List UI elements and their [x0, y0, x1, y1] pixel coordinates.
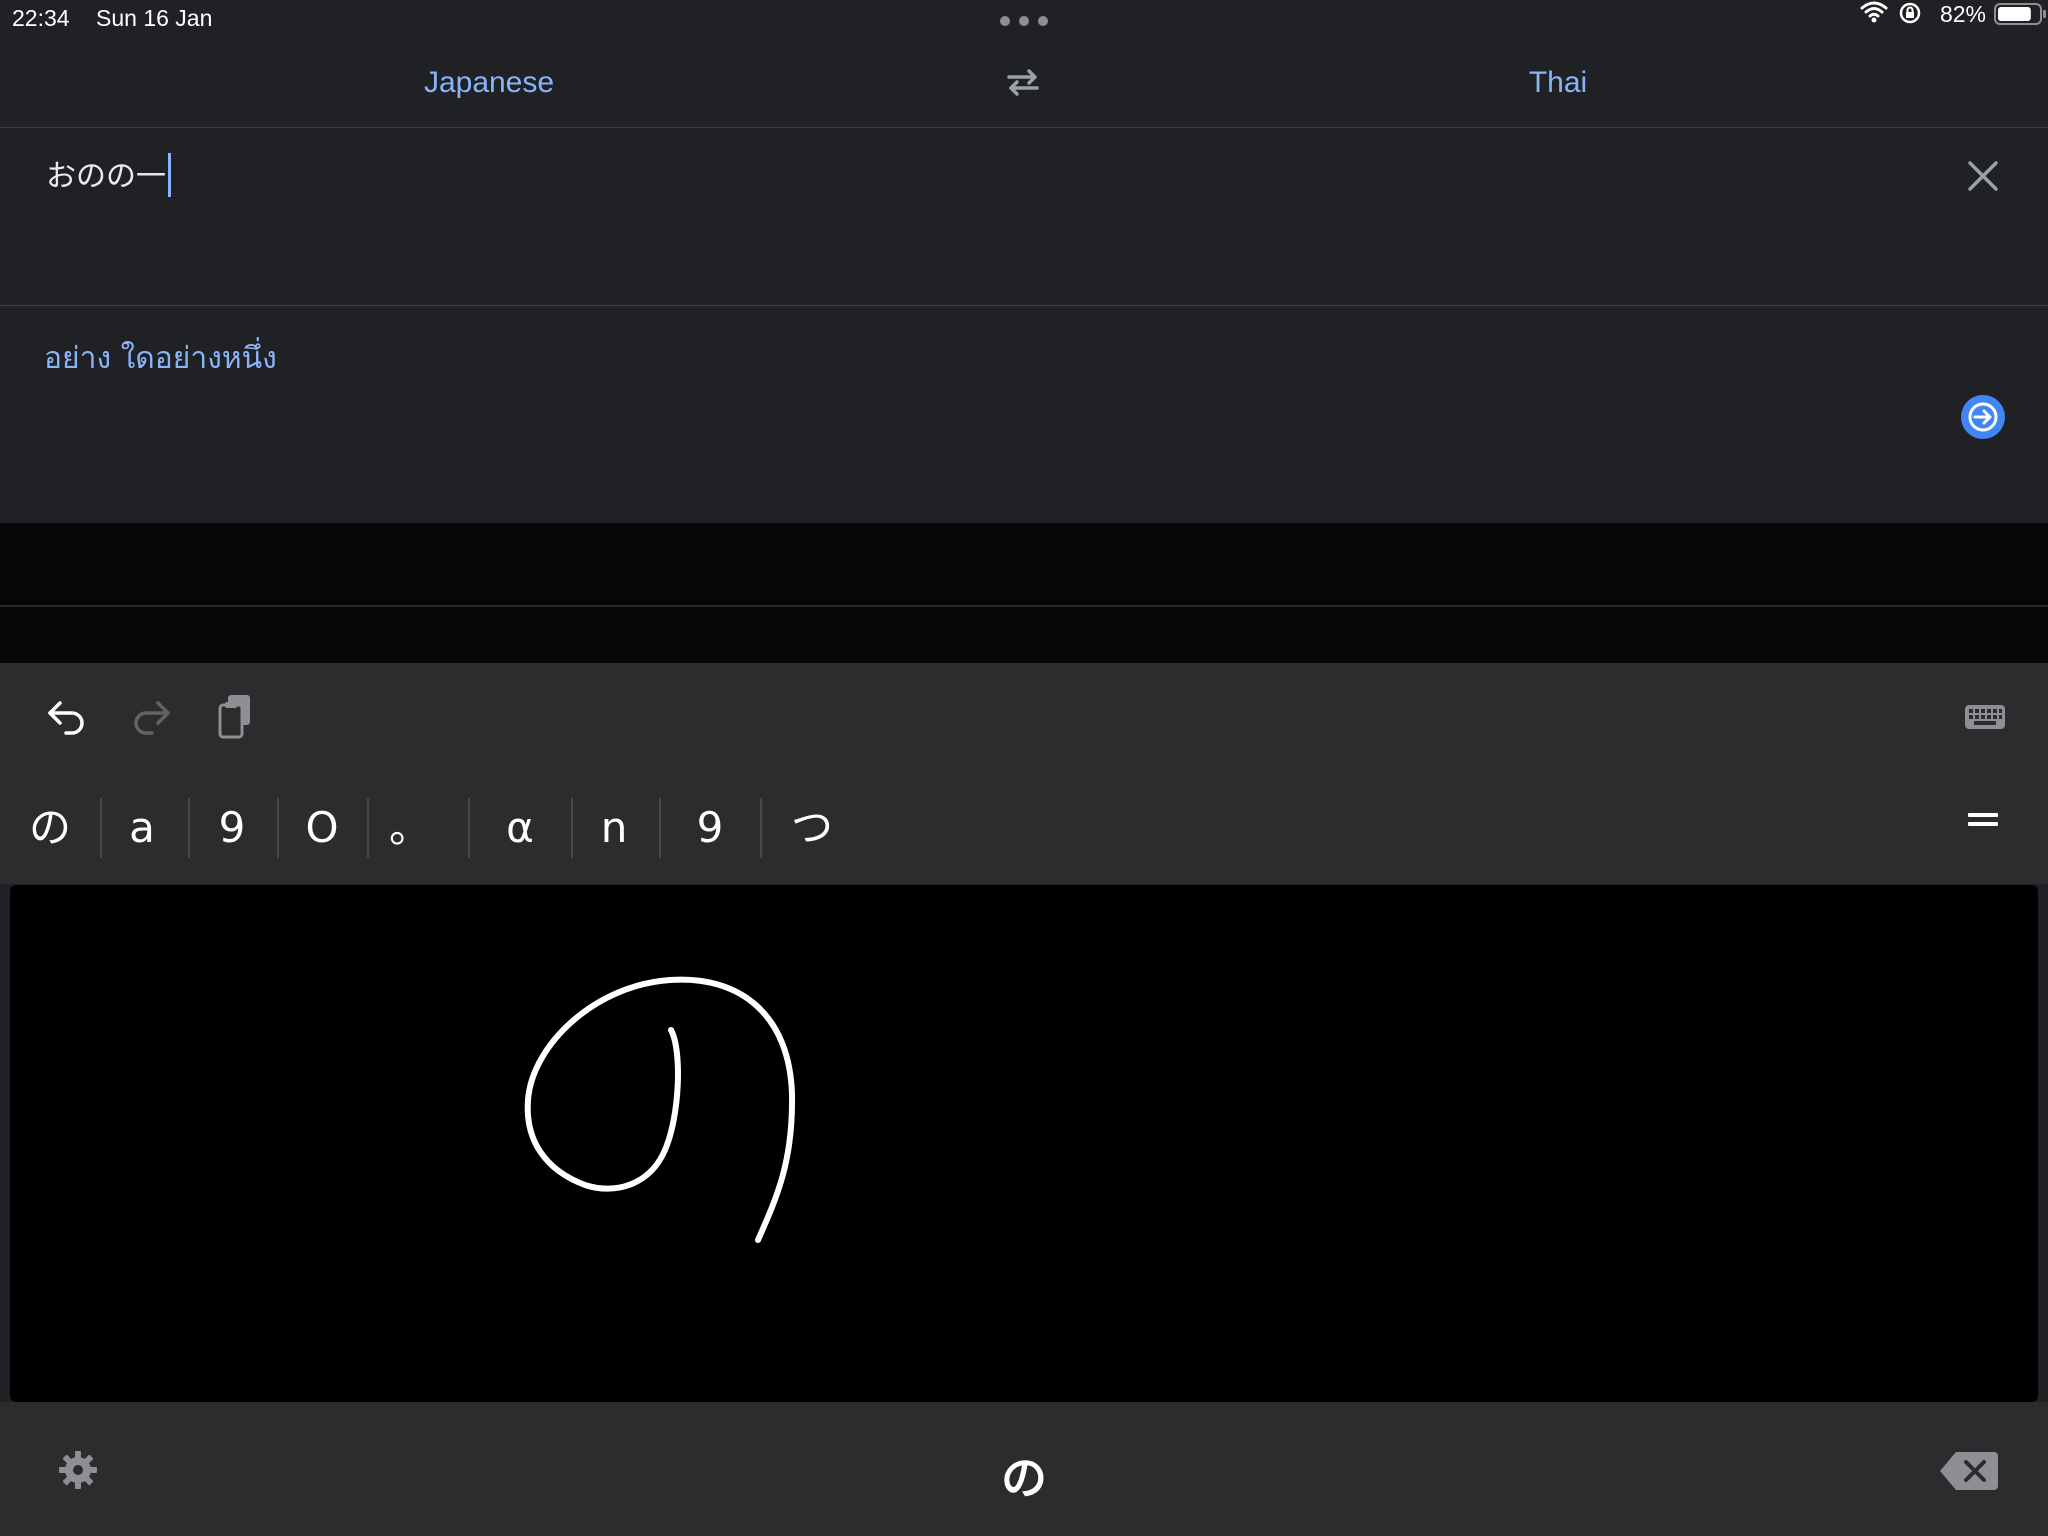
source-text: おのの一	[46, 159, 166, 194]
candidate-item[interactable]: つ	[782, 798, 842, 858]
candidate-divider	[367, 798, 369, 858]
selected-candidate-button[interactable]: の	[1001, 1442, 1047, 1508]
language-selector-bar: Japanese Thai	[0, 38, 2048, 128]
keyboard-icon[interactable]	[1960, 691, 2010, 741]
candidate-item[interactable]: O	[292, 798, 352, 858]
status-bar: 22:34 Sun 16 Jan 82%	[0, 0, 2048, 38]
backspace-icon[interactable]	[1938, 1450, 2000, 1492]
handwriting-canvas[interactable]	[10, 885, 2038, 1402]
arrow-right-icon	[1968, 402, 1998, 432]
results-divider-band	[0, 523, 2048, 606]
wifi-icon	[1860, 1, 1888, 23]
candidate-divider	[659, 798, 661, 858]
editing-toolbar	[0, 663, 2048, 768]
handwriting-bottom-bar: の	[0, 1402, 2048, 1536]
candidate-item[interactable]: 9	[202, 798, 262, 858]
candidate-item[interactable]: n	[584, 798, 644, 858]
candidate-item[interactable]: の	[20, 798, 80, 858]
translation-result-area: อย่าง ใดอย่างหนึ่ง	[0, 307, 2048, 523]
candidate-divider	[277, 798, 279, 858]
open-translation-button[interactable]	[1961, 395, 2005, 439]
text-caret	[168, 152, 171, 197]
battery-icon	[1994, 3, 2046, 25]
close-icon[interactable]	[1966, 159, 2000, 193]
source-text-input[interactable]: おのの一	[46, 151, 171, 197]
handwriting-stroke	[524, 976, 796, 1243]
source-text-area[interactable]: おのの一	[0, 129, 2048, 306]
candidate-item[interactable]: a	[112, 798, 172, 858]
gear-icon[interactable]	[56, 1448, 100, 1492]
paste-icon[interactable]	[212, 691, 262, 741]
candidate-divider	[760, 798, 762, 858]
translation-text: อย่าง ใดอย่างหนึ่ง	[44, 341, 277, 376]
candidate-divider	[100, 798, 102, 858]
results-empty-band	[0, 607, 2048, 663]
candidate-divider	[468, 798, 470, 858]
battery-percentage: 82%	[1939, 1, 1986, 27]
status-time: 22:34	[12, 5, 70, 31]
target-language-button[interactable]: Thai	[1529, 66, 1587, 100]
source-language-button[interactable]: Japanese	[424, 66, 554, 100]
multitasking-dots-icon[interactable]	[1000, 16, 1048, 26]
candidate-divider	[571, 798, 573, 858]
status-date: Sun 16 Jan	[96, 5, 213, 31]
candidate-item[interactable]: α	[490, 798, 550, 858]
redo-icon[interactable]	[126, 691, 176, 741]
swap-arrows-icon[interactable]	[1003, 64, 1043, 100]
handwriting-candidate-bar: の a 9 O 。 α n 9 つ	[0, 768, 2048, 884]
orientation-lock-icon	[1899, 2, 1921, 24]
candidate-item[interactable]: 。	[380, 798, 440, 858]
candidate-divider	[188, 798, 190, 858]
more-candidates-icon[interactable]	[1966, 810, 2000, 830]
candidate-item[interactable]: 9	[680, 798, 740, 858]
undo-icon[interactable]	[42, 691, 92, 741]
